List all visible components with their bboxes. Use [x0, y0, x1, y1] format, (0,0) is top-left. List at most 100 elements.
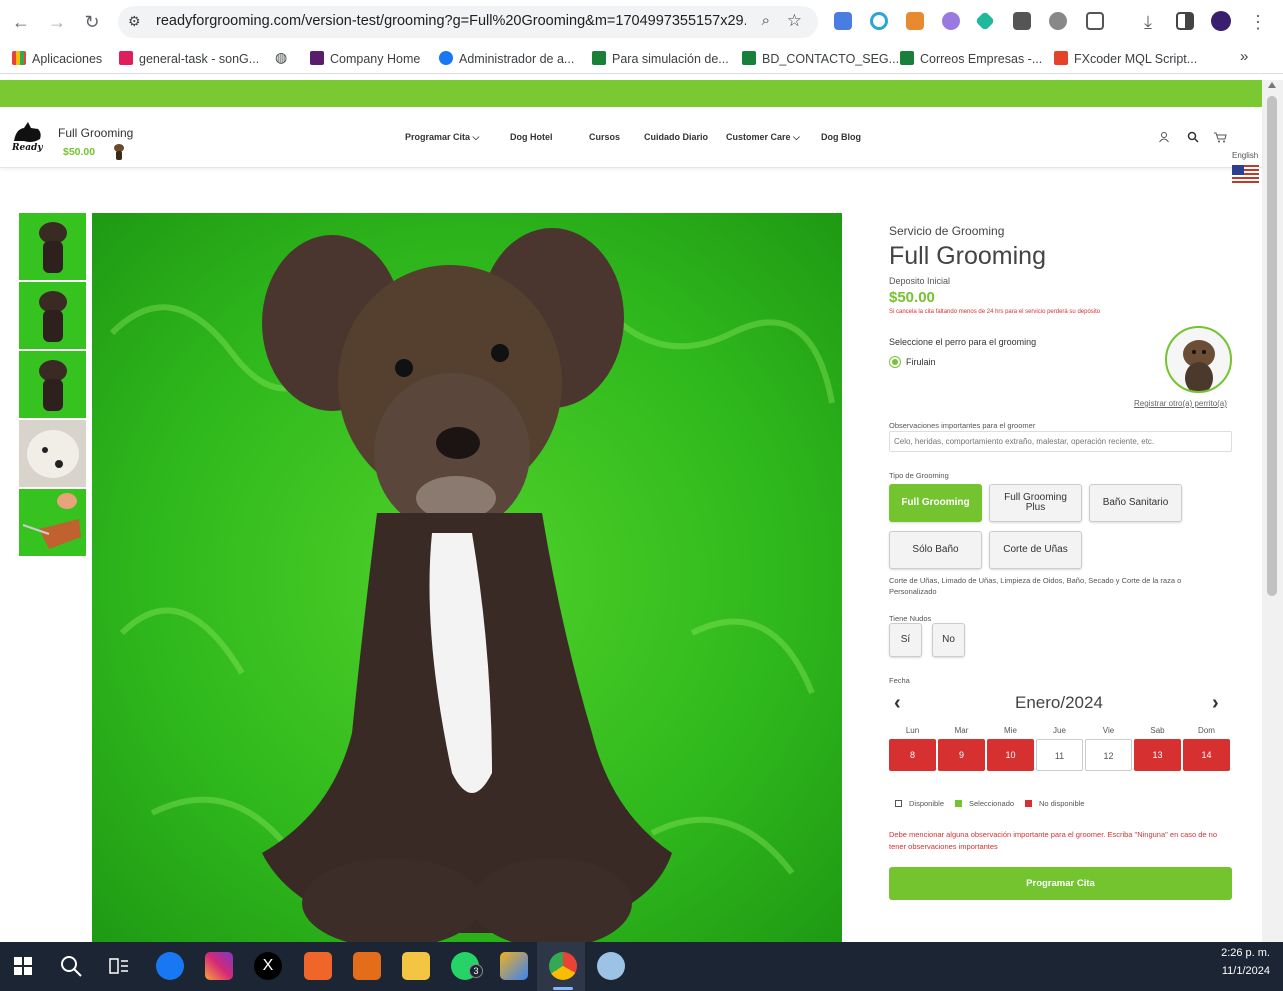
- select-dog-label: Seleccione el perro para el grooming: [889, 337, 1037, 347]
- calendar-day-available[interactable]: 12: [1085, 739, 1132, 771]
- translate-extension-icon[interactable]: [834, 12, 852, 30]
- bookmark-bd-contacto[interactable]: BD_CONTACTO_SEG...: [742, 51, 899, 66]
- gallery-thumbnail[interactable]: [19, 351, 86, 418]
- bookmark-correos[interactable]: Correos Empresas -...: [900, 51, 1042, 66]
- profile-avatar[interactable]: [1211, 11, 1231, 31]
- weekday-label: Mar: [954, 726, 969, 735]
- ready-for-grooming-logo[interactable]: Ready: [10, 119, 48, 153]
- search-icon[interactable]: [1187, 131, 1199, 143]
- sublime-text-icon[interactable]: [353, 952, 381, 980]
- service-category: Servicio de Grooming: [889, 224, 1005, 238]
- clock-date[interactable]: 11/1/2024: [1210, 965, 1270, 977]
- observations-input[interactable]: [889, 431, 1232, 452]
- sidepanel-icon[interactable]: [1176, 12, 1194, 30]
- calendar-day-available[interactable]: 11: [1036, 739, 1083, 771]
- gallery-thumbnail[interactable]: [19, 489, 86, 556]
- more-bookmarks-icon[interactable]: »: [1240, 48, 1248, 65]
- extension-ring-icon[interactable]: [870, 12, 888, 30]
- search-icon[interactable]: [59, 954, 83, 978]
- robot-extension-icon[interactable]: [1013, 12, 1031, 30]
- extension-purple-icon[interactable]: [942, 12, 960, 30]
- type-solo-bano-button[interactable]: Sólo Baño: [889, 531, 982, 569]
- calendar-day-unavailable[interactable]: 8: [889, 739, 936, 771]
- site-info-icon[interactable]: ⚙: [128, 13, 141, 30]
- facebook-icon[interactable]: [156, 952, 184, 980]
- extensions-puzzle-icon[interactable]: [1086, 12, 1104, 30]
- cart-icon[interactable]: [1213, 131, 1227, 143]
- bookmark-apps[interactable]: Aplicaciones: [12, 51, 102, 66]
- cancel-note: Si cancela la cita faltando menos de 24 …: [889, 309, 1101, 315]
- bookmark-label: general-task - sonG...: [139, 52, 260, 66]
- nav-cursos[interactable]: Cursos: [589, 132, 620, 142]
- gallery-thumbnail[interactable]: [19, 282, 86, 349]
- globe-icon[interactable]: ◍: [275, 49, 287, 66]
- us-flag-icon[interactable]: [1232, 165, 1259, 183]
- date-label: Fecha: [889, 676, 910, 685]
- scrollbar[interactable]: [1262, 80, 1283, 942]
- bookmark-star-icon[interactable]: ☆: [787, 11, 802, 31]
- user-icon[interactable]: [1158, 131, 1170, 143]
- extension-diamond-icon[interactable]: [975, 11, 995, 31]
- task-view-icon[interactable]: [108, 956, 130, 976]
- knots-yes-button[interactable]: Sí: [889, 623, 922, 657]
- type-bano-sanitario-button[interactable]: Baño Sanitario: [1089, 484, 1182, 522]
- type-description: Corte de Uñas, Limado de Uñas, Limpieza …: [889, 576, 1182, 596]
- bookmarks-bar: Aplicaciones general-task - sonG... ◍ Co…: [0, 44, 1283, 74]
- sheets-icon: [900, 51, 914, 65]
- x-twitter-icon[interactable]: X: [254, 952, 282, 980]
- knots-no-button[interactable]: No: [932, 623, 965, 657]
- extension-gray-icon[interactable]: [1049, 12, 1067, 30]
- dog-name[interactable]: Firulain: [906, 357, 936, 367]
- gallery-thumbnail[interactable]: [19, 213, 86, 280]
- download-icon[interactable]: ⤓: [1136, 10, 1160, 34]
- type-full-grooming-button[interactable]: Full Grooming: [889, 484, 982, 522]
- instagram-icon[interactable]: [205, 952, 233, 980]
- menu-kebab-icon[interactable]: ⋮: [1246, 10, 1270, 34]
- back-icon[interactable]: ←: [9, 10, 33, 34]
- forward-icon[interactable]: →: [45, 10, 69, 34]
- bookmark-administrador[interactable]: Administrador de a...: [439, 51, 574, 66]
- nav-cuidado-diario[interactable]: Cuidado Diario: [644, 132, 708, 142]
- slack-icon: [119, 51, 133, 65]
- schedule-appointment-button[interactable]: Programar Cita: [889, 867, 1232, 900]
- calendar-day-unavailable[interactable]: 9: [938, 739, 985, 771]
- language-label[interactable]: English: [1232, 151, 1258, 160]
- dog-radio[interactable]: [889, 356, 901, 368]
- chrome-icon[interactable]: [549, 952, 577, 980]
- legend-unavailable-swatch: [1025, 800, 1032, 807]
- calendar-day-unavailable[interactable]: 13: [1134, 739, 1181, 771]
- zoom-icon[interactable]: ⌕: [762, 12, 770, 29]
- reload-icon[interactable]: ↻: [80, 10, 104, 34]
- bookmark-general-task[interactable]: general-task - sonG...: [119, 51, 259, 66]
- bookmark-simulacion[interactable]: Para simulación de...: [592, 51, 729, 66]
- nav-customer-care[interactable]: Customer Care ⌵: [726, 132, 800, 143]
- metamask-icon[interactable]: [906, 12, 924, 30]
- address-bar[interactable]: ⚙ readyforgrooming.com/version-test/groo…: [118, 6, 818, 38]
- gallery-thumbnail[interactable]: [19, 420, 86, 487]
- meta-icon: [439, 51, 453, 65]
- type-full-grooming-plus-button[interactable]: Full Grooming Plus: [989, 484, 1082, 522]
- clock-time[interactable]: 2:26 p. m.: [1210, 947, 1270, 959]
- weekday-label: Mie: [1004, 726, 1017, 735]
- windows-start-icon[interactable]: [14, 957, 32, 975]
- knots-label: Tiene Nudos: [889, 614, 932, 623]
- prev-month-icon[interactable]: ‹: [894, 692, 901, 715]
- weekday-label: Sab: [1150, 726, 1165, 735]
- next-month-icon[interactable]: ›: [1212, 692, 1219, 715]
- whatsapp-badge: 3: [469, 964, 483, 978]
- calendar-day-unavailable[interactable]: 10: [987, 739, 1034, 771]
- calendar-month: Enero/2024: [1015, 693, 1103, 712]
- nav-programar-cita[interactable]: Programar Cita ⌵: [405, 132, 479, 143]
- register-dog-link[interactable]: Registrar otro(a) perrito(a): [1134, 399, 1227, 408]
- paint-icon[interactable]: [597, 952, 625, 980]
- file-explorer-icon[interactable]: [402, 952, 430, 980]
- bookmark-fxcoder[interactable]: FXcoder MQL Script...: [1054, 51, 1197, 66]
- bookmark-company-home[interactable]: Company Home: [310, 51, 420, 66]
- nav-dog-hotel[interactable]: Dog Hotel: [510, 132, 553, 142]
- cart-item-title: Full Grooming: [58, 126, 134, 140]
- type-corte-unas-button[interactable]: Corte de Uñas: [989, 531, 1082, 569]
- app-orange-icon[interactable]: [304, 952, 332, 980]
- app-diamond-icon[interactable]: [500, 952, 528, 980]
- calendar-day-unavailable[interactable]: 14: [1183, 739, 1230, 771]
- nav-dog-blog[interactable]: Dog Blog: [821, 132, 861, 142]
